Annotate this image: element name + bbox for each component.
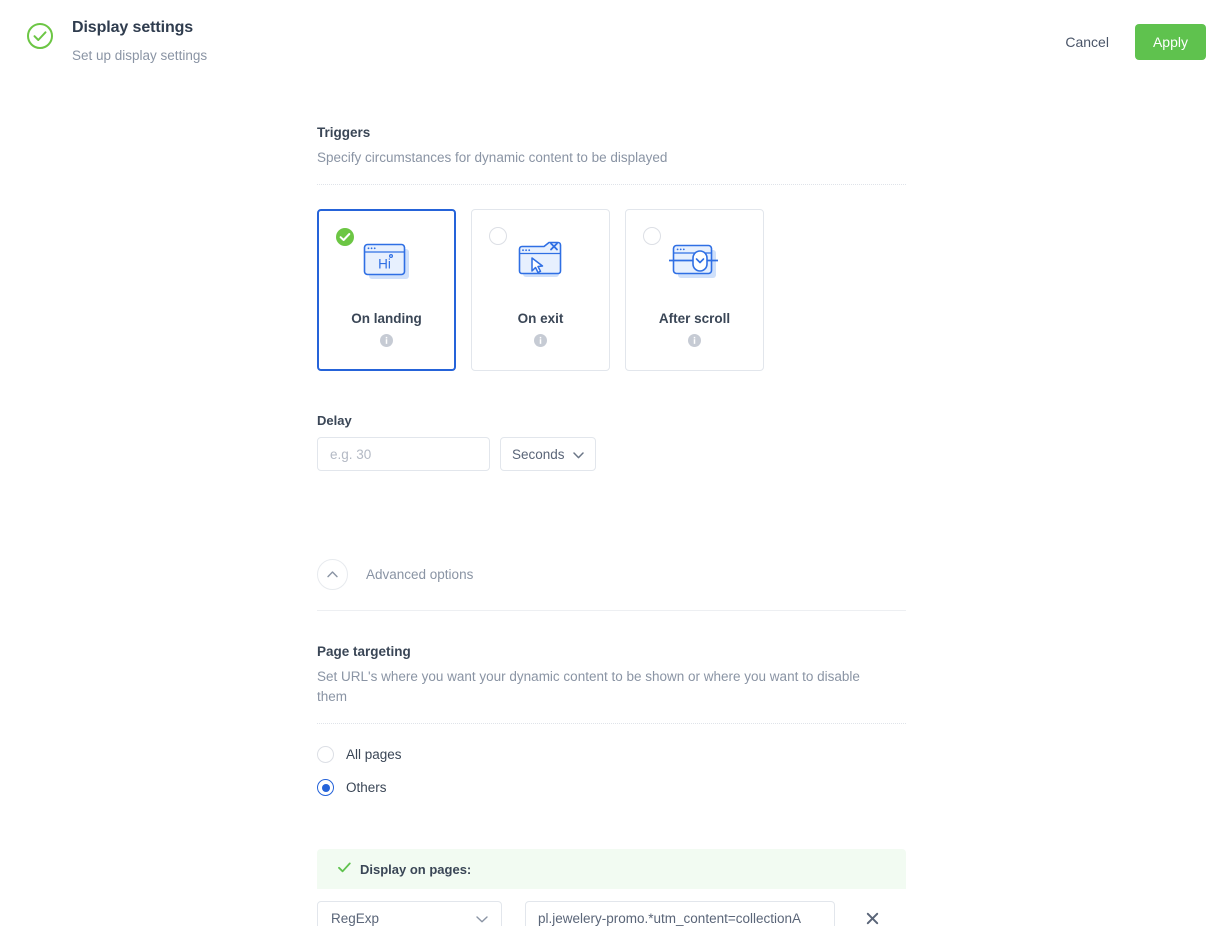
- display-on-pages-label: Display on pages:: [360, 862, 471, 877]
- triggers-section-description: Specify circumstances for dynamic conten…: [317, 148, 887, 168]
- page-targeting-description: Set URL's where you want your dynamic co…: [317, 667, 887, 707]
- browser-hi-icon: Hi: [359, 240, 415, 284]
- apply-button[interactable]: Apply: [1135, 24, 1206, 60]
- delay-unit-select[interactable]: Seconds: [500, 437, 596, 471]
- radio-unselected-icon[interactable]: [317, 746, 334, 763]
- delay-label: Delay: [317, 413, 906, 428]
- header-text-block: Display settings Set up display settings: [72, 16, 1055, 65]
- url-pattern-input[interactable]: [525, 901, 835, 926]
- settings-body: Triggers Specify circumstances for dynam…: [0, 74, 1230, 926]
- trigger-card-label: On landing: [351, 311, 422, 326]
- page-subtitle: Set up display settings: [72, 47, 1055, 65]
- display-on-pages-banner: Display on pages:: [317, 849, 906, 889]
- close-icon: [866, 913, 879, 926]
- radio-label: Others: [346, 780, 387, 795]
- trigger-card-label: On exit: [518, 311, 564, 326]
- radio-option-others[interactable]: Others: [317, 779, 906, 796]
- advanced-options-label: Advanced options: [366, 567, 473, 582]
- chevron-up-icon[interactable]: [317, 559, 348, 590]
- delay-row: Seconds: [317, 437, 906, 471]
- delay-unit-value: Seconds: [512, 447, 565, 462]
- radio-unselected-icon[interactable]: [489, 227, 507, 245]
- radio-unselected-icon[interactable]: [643, 227, 661, 245]
- chevron-down-icon: [573, 447, 584, 462]
- info-icon[interactable]: [688, 334, 701, 352]
- info-icon[interactable]: [534, 334, 547, 352]
- trigger-card-group: Hi On landing: [317, 209, 906, 371]
- info-icon[interactable]: [380, 334, 393, 352]
- page-header: Display settings Set up display settings…: [0, 0, 1230, 74]
- check-circle-filled-icon: [335, 227, 353, 245]
- delay-input[interactable]: [317, 437, 490, 471]
- trigger-card-after-scroll[interactable]: After scroll: [625, 209, 764, 371]
- page-targeting-title: Page targeting: [317, 643, 906, 661]
- url-rule-row: RegExp: [317, 901, 906, 926]
- remove-rule-button[interactable]: [862, 908, 883, 926]
- radio-label: All pages: [346, 747, 402, 762]
- radio-selected-icon[interactable]: [317, 779, 334, 796]
- advanced-options-toggle[interactable]: Advanced options: [317, 559, 906, 590]
- check-icon: [338, 860, 351, 878]
- cancel-button[interactable]: Cancel: [1055, 26, 1119, 58]
- trigger-card-on-landing[interactable]: Hi On landing: [317, 209, 456, 371]
- chevron-down-icon: [476, 911, 488, 926]
- delay-unit-select-wrap: Seconds: [500, 437, 596, 471]
- trigger-card-label: After scroll: [659, 311, 730, 326]
- page-title: Display settings: [72, 18, 1055, 38]
- match-type-value: RegExp: [331, 911, 379, 926]
- triggers-divider: [317, 184, 906, 185]
- header-actions: Cancel Apply: [1055, 16, 1206, 60]
- match-type-select[interactable]: RegExp: [317, 901, 502, 926]
- page-targeting-divider: [317, 723, 906, 724]
- browser-cursor-close-icon: [513, 240, 569, 284]
- settings-content-column: Triggers Specify circumstances for dynam…: [317, 74, 906, 926]
- trigger-card-on-exit[interactable]: On exit: [471, 209, 610, 371]
- check-circle-icon: [26, 22, 54, 55]
- browser-scroll-icon: [667, 240, 723, 284]
- advanced-divider: [317, 610, 906, 611]
- triggers-section-title: Triggers: [317, 124, 906, 142]
- radio-option-all-pages[interactable]: All pages: [317, 746, 906, 763]
- svg-text:Hi: Hi: [378, 257, 391, 272]
